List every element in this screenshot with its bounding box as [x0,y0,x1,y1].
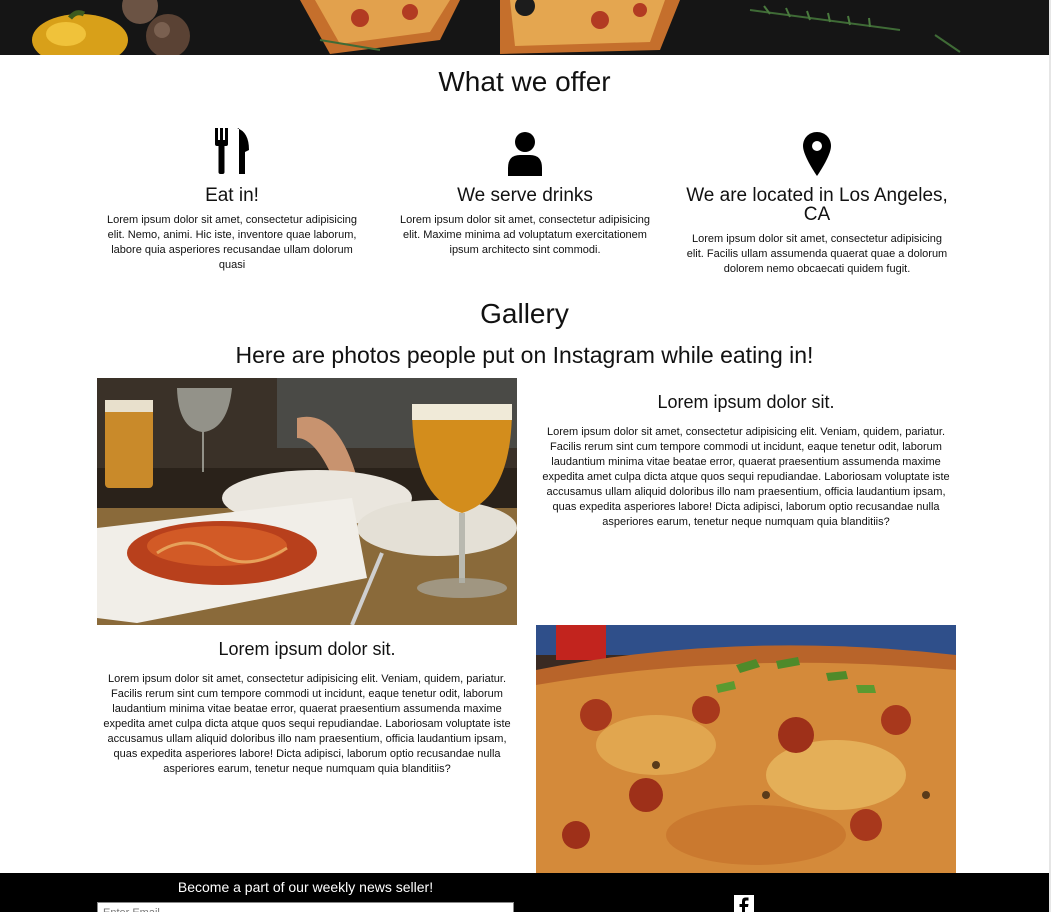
gallery-block-text: Lorem ipsum dolor sit amet, consectetur … [103,673,511,775]
utensils-icon [97,128,367,176]
offer-item-location: We are located in Los Angeles, CA Lorem … [682,128,952,277]
offer-item-title: Eat in! [205,185,259,206]
offer-item-title: We are located in Los Angeles, CA [686,185,948,225]
email-input[interactable] [97,902,514,912]
newsletter-label: Become a part of our weekly news seller! [177,879,434,895]
facebook-icon[interactable] [734,895,754,912]
offer-item-text: Lorem ipsum dolor sit amet, consectetur … [106,214,358,271]
pizza-closeup-photo [536,625,956,873]
gallery-block-heading: Lorem ipsum dolor sit. [218,639,396,659]
user-icon [390,128,660,176]
gallery-section-title: Gallery [480,298,569,329]
gallery-subtitle: Here are photos people put on Instagram … [235,342,814,368]
pasta-dinner-photo [97,378,517,625]
gallery-block-heading: Lorem ipsum dolor sit. [657,392,835,412]
offer-item-eat-in: Eat in! Lorem ipsum dolor sit amet, cons… [97,128,367,273]
offer-item-text: Lorem ipsum dolor sit amet, consectetur … [686,233,948,275]
gallery-text-block: Lorem ipsum dolor sit. Lorem ipsum dolor… [97,639,517,777]
offer-item-title: We serve drinks [457,185,593,206]
gallery-block-text: Lorem ipsum dolor sit amet, consectetur … [542,426,950,528]
offer-item-text: Lorem ipsum dolor sit amet, consectetur … [399,214,651,256]
offer-item-drinks: We serve drinks Lorem ipsum dolor sit am… [390,128,660,258]
footer: Become a part of our weekly news seller! [0,873,1049,912]
offer-section-title: What we offer [438,66,611,97]
page: What we offer Eat in! Lorem ipsum dolor … [0,0,1049,912]
hero-banner-image [0,0,1049,55]
map-marker-icon [682,128,952,176]
gallery-text-block: Lorem ipsum dolor sit. Lorem ipsum dolor… [536,392,956,530]
